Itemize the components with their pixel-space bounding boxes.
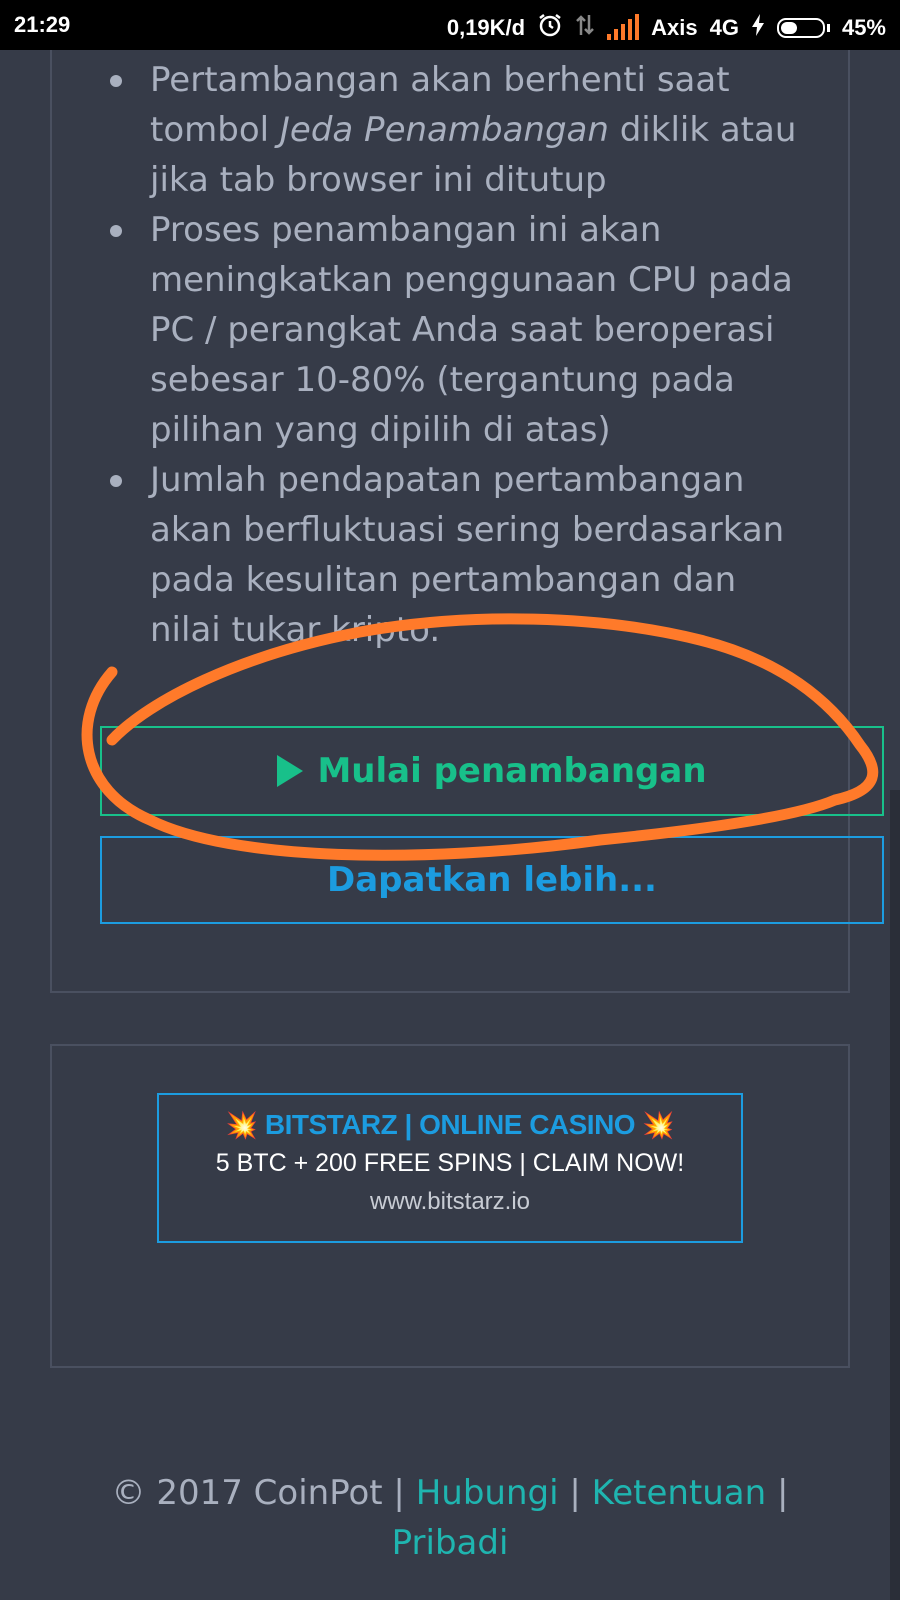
battery-percent: 45% <box>841 15 886 40</box>
status-bar: 21:29 0,19K/d Axis 4G 45% <box>0 0 900 50</box>
list-item: Jumlah pendapatan pertambangan akan berf… <box>105 455 805 655</box>
alarm-icon <box>537 12 563 44</box>
get-more-button[interactable]: Dapatkan lebih... <box>100 836 884 924</box>
pause-mining-term: Jeda Penambangan <box>279 110 609 150</box>
status-right: 0,19K/d Axis 4G 45% <box>447 12 886 44</box>
note-text: Jumlah pendapatan pertambangan akan berf… <box>150 460 785 650</box>
play-icon <box>277 755 304 787</box>
footer-copyright: © 2017 CoinPot | <box>111 1473 416 1513</box>
list-item: Pertambangan akan berhenti saat tombol J… <box>105 55 805 205</box>
footer-separator: | <box>558 1473 592 1513</box>
ad-banner[interactable]: 💥 BITSTARZ | ONLINE CASINO 💥 5 BTC + 200… <box>157 1093 743 1243</box>
explosion-icon: 💥 <box>225 1110 258 1140</box>
footer-link-terms[interactable]: Ketentuan <box>592 1473 767 1513</box>
ad-url: www.bitstarz.io <box>369 1188 531 1215</box>
status-time: 21:29 <box>14 12 71 37</box>
ad-subtitle: 5 BTC + 200 FREE SPINS | CLAIM NOW! <box>215 1149 685 1177</box>
net-speed: 0,19K/d <box>446 15 526 40</box>
note-text: Proses penambangan ini akan meningkatkan… <box>150 210 793 450</box>
ad-title-row: 💥 BITSTARZ | ONLINE CASINO 💥 <box>159 1109 741 1141</box>
explosion-icon: 💥 <box>642 1110 675 1140</box>
list-item: Proses penambangan ini akan meningkatkan… <box>105 205 805 455</box>
mining-notes-list: Pertambangan akan berhenti saat tombol J… <box>105 55 805 655</box>
start-mining-label: Mulai penambangan <box>317 751 707 791</box>
start-mining-button[interactable]: Mulai penambangan <box>100 726 884 816</box>
data-transfer-icon <box>575 13 595 43</box>
network-type: 4G <box>709 15 739 40</box>
carrier-name: Axis <box>651 15 698 40</box>
footer-link-contact[interactable]: Hubungi <box>416 1473 559 1513</box>
ad-title: BITSTARZ | ONLINE CASINO <box>264 1109 636 1140</box>
scrollbar[interactable] <box>890 790 900 1600</box>
signal-icon <box>607 14 640 40</box>
charging-icon <box>751 13 765 43</box>
get-more-label: Dapatkan lebih... <box>327 860 657 900</box>
footer: © 2017 CoinPot | Hubungi | Ketentuan | P… <box>0 1468 900 1568</box>
footer-link-privacy[interactable]: Pribadi <box>392 1523 509 1563</box>
footer-separator: | <box>766 1473 789 1513</box>
battery-icon <box>776 18 830 38</box>
